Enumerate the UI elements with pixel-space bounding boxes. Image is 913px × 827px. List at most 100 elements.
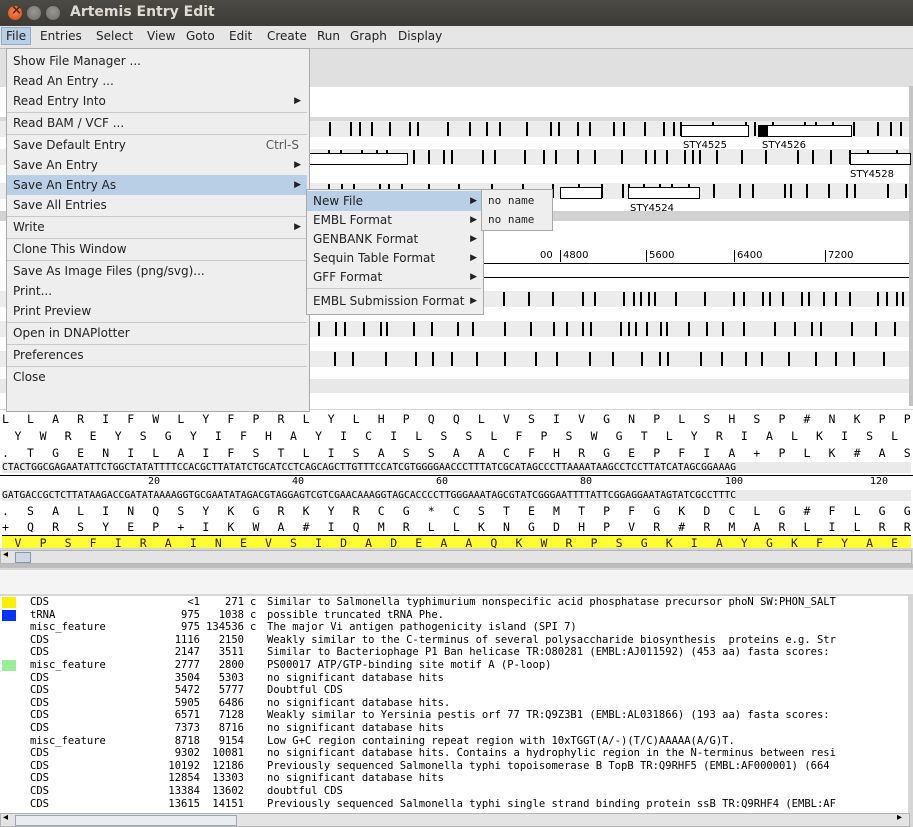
stop-codon-mark — [318, 322, 320, 336]
feature-orf[interactable] — [308, 153, 408, 165]
file-menu-item[interactable]: Read BAM / VCF ... — [7, 113, 307, 133]
stop-codon-mark — [692, 150, 694, 164]
close-window-button[interactable] — [8, 3, 22, 20]
menu-create[interactable]: Create — [267, 29, 307, 43]
menu-entries[interactable]: Entries — [40, 29, 82, 43]
reverse-strand-sequence: GATGACCGCTCTTATAAGACCGATATAAAAGGTGCGAATA… — [2, 490, 911, 501]
splitter[interactable] — [0, 564, 913, 568]
feature-note: no significant database hits — [267, 772, 445, 785]
menu-file[interactable]: File — [1, 27, 32, 45]
file-menu-item[interactable]: Open in DNAPlotter — [7, 323, 307, 343]
stop-codon-mark — [663, 122, 665, 136]
save-as-menu-item[interactable]: EMBL Submission Format ▶ — [307, 291, 481, 311]
menu-item-label: EMBL Submission Format — [313, 294, 465, 308]
list-scroll-right-icon[interactable]: ▸ — [897, 812, 902, 823]
feature-sty4528[interactable] — [850, 153, 911, 165]
new-file-entry-item[interactable]: no name — [482, 210, 550, 230]
vertical-scrollbar[interactable] — [909, 86, 913, 406]
feature-orf-2[interactable] — [560, 187, 602, 199]
minimize-window-button[interactable] — [27, 6, 41, 20]
feature-list-row[interactable]: CDS 12854 13303 no significant database hit… — [0, 772, 908, 785]
file-menu-item[interactable]: Read Entry Into ▶ — [7, 91, 307, 111]
sequence-view[interactable]: L L A R I F W L Y F P R L Y L H P Q Q L … — [0, 410, 913, 548]
feature-end: 8716 — [218, 722, 244, 734]
save-as-menu-item[interactable]: GENBANK Format ▶ — [307, 229, 481, 249]
file-menu-item[interactable]: Print... — [7, 281, 307, 301]
file-menu-item[interactable]: Clone This Window — [7, 239, 307, 259]
stop-codon-mark — [648, 292, 650, 306]
stop-codon-mark — [620, 322, 622, 336]
stop-codon-mark — [335, 322, 337, 336]
maximize-window-button[interactable] — [46, 6, 60, 20]
file-menu-item[interactable]: Show File Manager ... — [7, 51, 307, 71]
scale-tick — [646, 250, 647, 262]
feature-list-row[interactable]: CDS 7373 8716 no significant database hits — [0, 722, 908, 735]
stop-codon-mark — [582, 292, 584, 306]
feature-selected-marker — [758, 125, 768, 137]
feature-list-row[interactable]: CDS 10192 12186 Previously sequenced Salmon… — [0, 760, 908, 773]
stop-codon-mark — [415, 352, 417, 366]
file-menu-item[interactable]: Print Preview — [7, 301, 307, 321]
scroll-left-arrow-icon[interactable]: ◂ — [3, 549, 8, 560]
file-menu-item[interactable]: Close — [7, 367, 307, 387]
feature-start: 5905 — [174, 696, 200, 709]
file-menu-item[interactable]: Save As Image Files (png/svg)... — [7, 261, 307, 281]
save-as-menu-item[interactable]: Sequin Table Format ▶ — [307, 248, 481, 268]
file-menu-item[interactable]: Preferences — [7, 345, 307, 365]
stop-codon-mark — [524, 150, 526, 164]
save-as-menu-item[interactable]: New File ▶ — [307, 191, 481, 211]
feature-list-row[interactable]: CDS <1 271 c Similar to Salmonella typhimuri… — [0, 596, 908, 609]
file-menu-item[interactable]: Save All Entries — [7, 195, 307, 215]
file-menu-item[interactable]: Save An Entry ▶ — [7, 155, 307, 175]
feature-sty4525[interactable] — [681, 125, 749, 137]
menu-graph[interactable]: Graph — [350, 29, 387, 43]
list-scroll-thumb[interactable] — [15, 815, 237, 826]
feature-list-row[interactable]: misc_feature 975 134536 c The major Vi antig… — [0, 621, 908, 634]
feature-key: CDS — [30, 759, 49, 772]
menu-view[interactable]: View — [147, 29, 175, 43]
stop-codon-mark — [849, 292, 851, 306]
feature-list-row[interactable]: CDS 2147 3511 Similar to Bacteriophage P1 B… — [0, 646, 908, 659]
stop-codon-mark — [417, 122, 419, 136]
feature-list[interactable]: CDS <1 271 c Similar to Salmonella typhimuri… — [0, 596, 908, 813]
new-file-entry-item[interactable]: no name — [482, 191, 550, 211]
sequence-horizontal-scrollbar[interactable]: ◂ — [0, 549, 912, 564]
scroll-thumb[interactable] — [15, 552, 31, 563]
feature-list-row[interactable]: CDS 6571 7128 Weakly similar to Yersinia pe… — [0, 709, 908, 722]
stop-codon-mark — [765, 150, 767, 164]
stop-codon-mark — [344, 322, 346, 336]
menu-item-label: Save All Entries — [13, 198, 107, 212]
menu-display[interactable]: Display — [398, 29, 442, 43]
file-menu-item[interactable]: Write ▶ — [7, 217, 307, 237]
feature-note: Weakly similar to the C-terminus of seve… — [267, 633, 836, 646]
feature-list-row[interactable]: CDS 9302 10081 no significant database hits… — [0, 747, 908, 760]
menu-edit[interactable]: Edit — [229, 29, 252, 43]
ruler-label: 120 — [870, 476, 889, 487]
feature-sty4526[interactable] — [758, 125, 852, 137]
file-menu-item[interactable]: Save Default Entry Ctrl-S — [7, 135, 307, 155]
save-as-menu-item[interactable]: EMBL Format ▶ — [307, 210, 481, 230]
feature-list-row[interactable]: misc_feature 8718 9154 Low G+C region conta… — [0, 735, 908, 748]
stop-codon-mark — [504, 322, 506, 336]
feature-list-row[interactable]: CDS 13384 13602 doubtful CDS — [0, 785, 908, 798]
stop-codon-mark — [722, 322, 724, 336]
feature-list-row[interactable]: CDS 5472 5777 Doubtful CDS — [0, 684, 908, 697]
menu-select[interactable]: Select — [96, 29, 133, 43]
save-as-menu-item[interactable]: GFF Format ▶ — [307, 267, 481, 287]
file-menu-item[interactable]: Read An Entry ... — [7, 71, 307, 91]
stop-codon-mark — [594, 292, 596, 306]
feature-list-row[interactable]: misc_feature 2777 2800 PS00017 ATP/GTP-bind… — [0, 659, 908, 672]
feature-list-row[interactable]: CDS 5905 6486 no significant database hits. — [0, 697, 908, 710]
menu-goto[interactable]: Goto — [186, 29, 215, 43]
list-scroll-left-icon[interactable]: ◂ — [3, 812, 8, 823]
file-menu-item[interactable]: Save An Entry As ▶ — [7, 175, 307, 195]
feature-list-row[interactable]: tRNA 975 1038 c possible truncated tRNA Phe. — [0, 609, 908, 622]
feature-list-row[interactable]: CDS 3504 5303 no significant database hits — [0, 672, 908, 685]
stop-codon-mark — [654, 292, 656, 306]
feature-start: 3504 — [174, 671, 200, 684]
feature-list-row[interactable]: CDS 13615 14151 Previously sequenced Salmon… — [0, 798, 908, 811]
feature-sty4524[interactable] — [628, 187, 700, 199]
menu-run[interactable]: Run — [317, 29, 340, 43]
feature-list-row[interactable]: CDS 1116 2150 Weakly similar to the C-termi… — [0, 634, 908, 647]
feature-key: CDS — [30, 596, 49, 608]
